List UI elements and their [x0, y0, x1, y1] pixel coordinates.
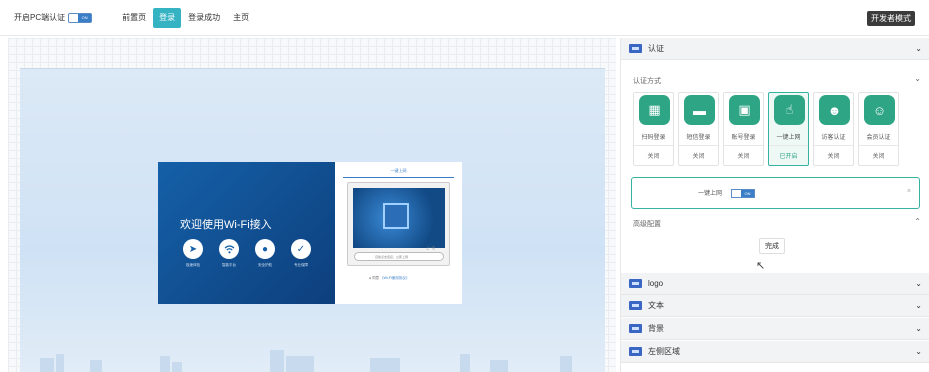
- tab-pre-page[interactable]: 前置页: [116, 8, 152, 28]
- pc-auth-toggle[interactable]: ON: [68, 12, 93, 23]
- settings-sidebar: 认证 ⌄ 认证方式 ⌄ ▦ 扫码登录 关闭 ▬ 短信登录 关闭 ▣ 账号登录 关…: [620, 38, 929, 372]
- close-icon[interactable]: ×: [907, 188, 911, 195]
- one-click-label: 一键上网: [698, 191, 723, 197]
- method-account-login[interactable]: ▣ 账号登录 关闭: [723, 92, 764, 166]
- method-status: 已开启: [769, 145, 808, 167]
- sms-icon: ▬: [684, 95, 715, 125]
- method-name: 会员认证: [866, 135, 891, 141]
- background-section-icon: [629, 324, 642, 333]
- one-click-config: 一键上网 ON ×: [631, 177, 920, 209]
- advanced-config-label: 高级配置: [633, 221, 661, 228]
- rocket-icon: ➤: [183, 239, 203, 259]
- feature-item: ● 安全护航: [254, 239, 276, 268]
- login-panel: 一键上网 上一页 自助点击连接，立即上网 ● 同意 《Wi-Fi使用协议》: [335, 162, 462, 304]
- section-auth-label: 认证: [648, 44, 664, 53]
- chevron-down-icon[interactable]: ⌄: [915, 324, 922, 333]
- tab-login-success[interactable]: 登录成功: [182, 8, 226, 28]
- section-background-label: 背景: [648, 324, 664, 333]
- section-text-label: 文本: [648, 301, 664, 310]
- qr-frame: 上一页 自助点击连接，立即上网: [347, 182, 450, 266]
- method-status: 关闭: [859, 145, 898, 167]
- visitors-icon: ☻: [819, 95, 850, 125]
- pc-auth-toggle-state: ON: [78, 13, 92, 22]
- circuit-image: [353, 188, 445, 248]
- tab-home[interactable]: 主页: [227, 8, 255, 28]
- method-status: 关闭: [724, 145, 763, 167]
- method-member[interactable]: ☺ 会员认证 关闭: [858, 92, 899, 166]
- feature-label: 智能平台: [222, 263, 236, 267]
- auth-methods: ▦ 扫码登录 关闭 ▬ 短信登录 关闭 ▣ 账号登录 关闭 ☝ 一键上网 已开启…: [633, 92, 899, 166]
- qr-scan-icon: ▦: [639, 95, 670, 125]
- section-left-area-label: 左侧区域: [648, 347, 680, 356]
- method-one-click[interactable]: ☝ 一键上网 已开启: [768, 92, 809, 166]
- qr-caption: 上一页: [426, 246, 436, 250]
- skyline-decoration: [40, 350, 572, 372]
- chevron-down-icon[interactable]: ⌄: [915, 301, 922, 310]
- method-name: 短信登录: [686, 135, 711, 141]
- chevron-down-icon[interactable]: ⌄: [914, 74, 921, 83]
- logo-section-icon: [629, 279, 642, 288]
- feature-label: 安全护航: [258, 263, 272, 267]
- feature-item: 智能平台: [218, 239, 240, 268]
- agreement-line: ● 同意 《Wi-Fi使用协议》: [369, 276, 409, 281]
- agree-prefix: ● 同意: [369, 276, 380, 280]
- auth-section-icon: [629, 44, 642, 53]
- method-sms-login[interactable]: ▬ 短信登录 关闭: [678, 92, 719, 166]
- method-qr-login[interactable]: ▦ 扫码登录 关闭: [633, 92, 674, 166]
- done-button[interactable]: 完成: [759, 238, 785, 254]
- lock-icon: ▣: [729, 95, 760, 125]
- member-icon: ☺: [864, 95, 895, 125]
- section-text-header[interactable]: 文本 ⌄: [621, 295, 929, 317]
- left-area[interactable]: 欢迎使用Wi-Fi接入 ➤ 极速体验 智能平台 ● 安全护航 ✓ 专业保障: [158, 162, 335, 304]
- top-toolbar: 开启PC端认证 ON 前置页 登录 登录成功 主页 开发者模式: [0, 0, 929, 36]
- one-click-toggle[interactable]: ON: [731, 189, 755, 198]
- login-card: 欢迎使用Wi-Fi接入 ➤ 极速体验 智能平台 ● 安全护航 ✓ 专业保障 一键…: [158, 162, 462, 304]
- portal-preview[interactable]: 欢迎使用Wi-Fi接入 ➤ 极速体验 智能平台 ● 安全护航 ✓ 专业保障 一键…: [20, 68, 605, 372]
- feature-row: ➤ 极速体验 智能平台 ● 安全护航 ✓ 专业保障: [182, 239, 312, 268]
- section-logo-label: logo: [648, 279, 664, 288]
- panel-title: 一键上网: [343, 168, 454, 178]
- feature-item: ✓ 专业保障: [290, 239, 312, 268]
- method-status: 关闭: [634, 145, 673, 167]
- chevron-down-icon[interactable]: ⌄: [915, 347, 922, 356]
- wifi-icon: [219, 239, 239, 259]
- method-name: 扫码登录: [641, 135, 666, 141]
- method-visitor[interactable]: ☻ 访客认证 关闭: [813, 92, 854, 166]
- section-background-header[interactable]: 背景 ⌄: [621, 318, 929, 340]
- feature-label: 专业保障: [294, 263, 308, 267]
- section-auth-header[interactable]: 认证 ⌄: [621, 38, 929, 60]
- feature-item: ➤ 极速体验: [182, 239, 204, 268]
- chevron-down-icon[interactable]: ⌄: [915, 44, 922, 53]
- pc-auth-label: 开启PC端认证: [14, 13, 66, 22]
- agreement-link[interactable]: 《Wi-Fi使用协议》: [380, 276, 409, 280]
- shield-check-icon: ✓: [291, 239, 311, 259]
- one-click-toggle-state: ON: [741, 190, 754, 197]
- section-left-area-header[interactable]: 左侧区域 ⌄: [621, 341, 929, 363]
- developer-mode-button[interactable]: 开发者模式: [867, 11, 915, 26]
- design-canvas: 欢迎使用Wi-Fi接入 ➤ 极速体验 智能平台 ● 安全护航 ✓ 专业保障 一键…: [8, 38, 616, 372]
- auth-method-label: 认证方式: [633, 78, 661, 85]
- connect-button[interactable]: 自助点击连接，立即上网: [354, 252, 444, 261]
- method-status: 关闭: [679, 145, 718, 167]
- tab-login[interactable]: 登录: [153, 7, 182, 28]
- tap-icon: ☝: [774, 95, 805, 125]
- welcome-title: 欢迎使用Wi-Fi接入: [180, 219, 272, 231]
- shield-drop-icon: ●: [255, 239, 275, 259]
- chevron-down-icon[interactable]: ⌄: [915, 279, 922, 288]
- chevron-up-icon[interactable]: ⌃: [914, 217, 921, 226]
- method-name: 访客认证: [821, 135, 846, 141]
- text-section-icon: [629, 301, 642, 310]
- mouse-cursor-icon: ↖: [756, 260, 766, 272]
- method-status: 关闭: [814, 145, 853, 167]
- method-name: 账号登录: [731, 135, 756, 141]
- section-logo-header[interactable]: logo ⌄: [621, 273, 929, 295]
- feature-label: 极速体验: [186, 263, 200, 267]
- method-name: 一键上网: [776, 135, 801, 141]
- left-area-section-icon: [629, 347, 642, 356]
